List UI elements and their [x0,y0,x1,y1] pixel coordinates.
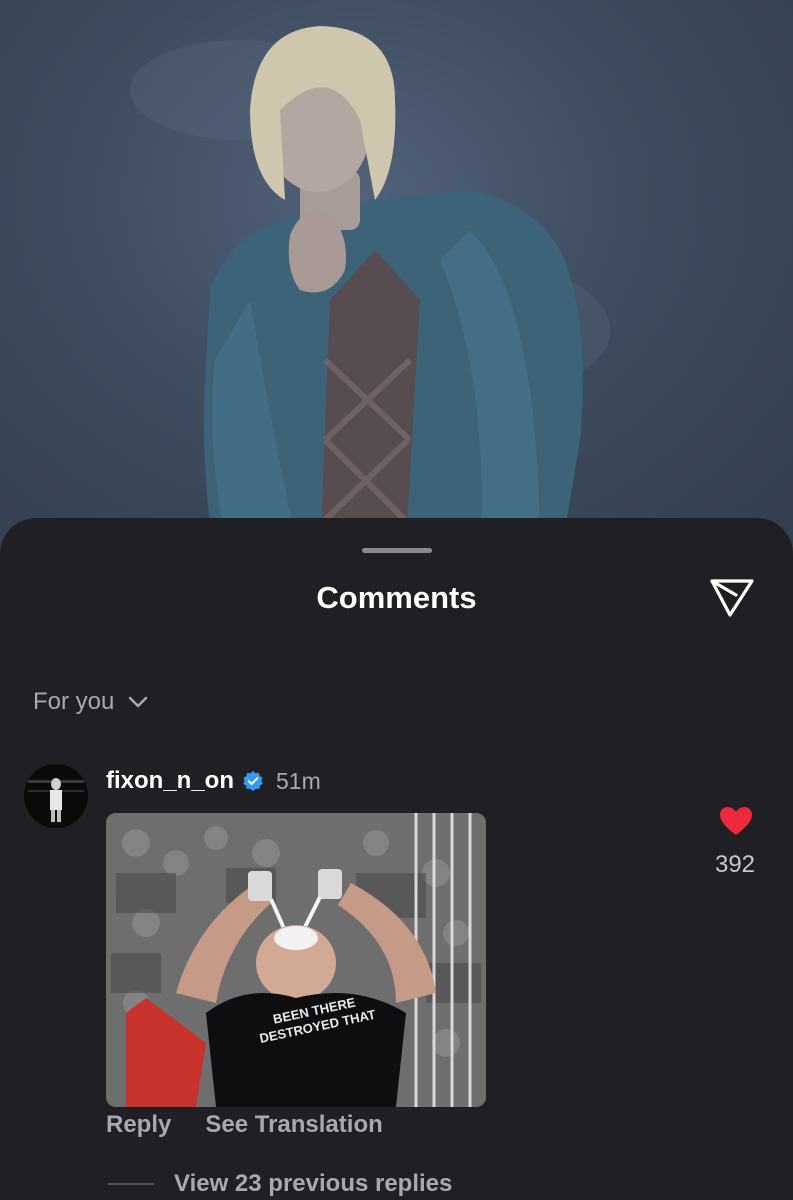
background-video-frame [0,0,793,560]
verified-badge-icon [243,771,263,791]
comment-gif[interactable]: BEEN THERE DESTROYED THAT [106,813,486,1107]
comments-sheet: Comments For you fixon_n_on 51m BEEN THE… [0,518,793,1200]
sheet-title: Comments [316,580,477,615]
send-icon [710,579,754,617]
replies-divider [108,1183,154,1185]
avatar-image [24,764,88,828]
heart-icon [720,807,752,835]
like-count: 392 [714,851,756,878]
comment-actions: Reply See Translation [106,1111,383,1139]
drag-handle[interactable] [362,548,432,553]
filter-label: For you [33,688,115,715]
share-button[interactable] [706,573,758,621]
avatar[interactable] [24,764,88,828]
chevron-down-icon [129,696,148,708]
view-replies[interactable]: View 23 previous replies [108,1170,452,1198]
comment-time: 51m [276,767,321,794]
comment-filter-dropdown[interactable]: For you [33,688,148,716]
username[interactable]: fixon_n_on [106,767,234,795]
like-button[interactable] [718,805,754,837]
reply-button[interactable]: Reply [106,1111,171,1139]
comment-header: fixon_n_on 51m [106,767,321,795]
see-translation-button[interactable]: See Translation [205,1111,382,1139]
view-replies-label[interactable]: View 23 previous replies [174,1170,452,1198]
person-photo [130,26,610,560]
gif-image [106,813,486,1107]
